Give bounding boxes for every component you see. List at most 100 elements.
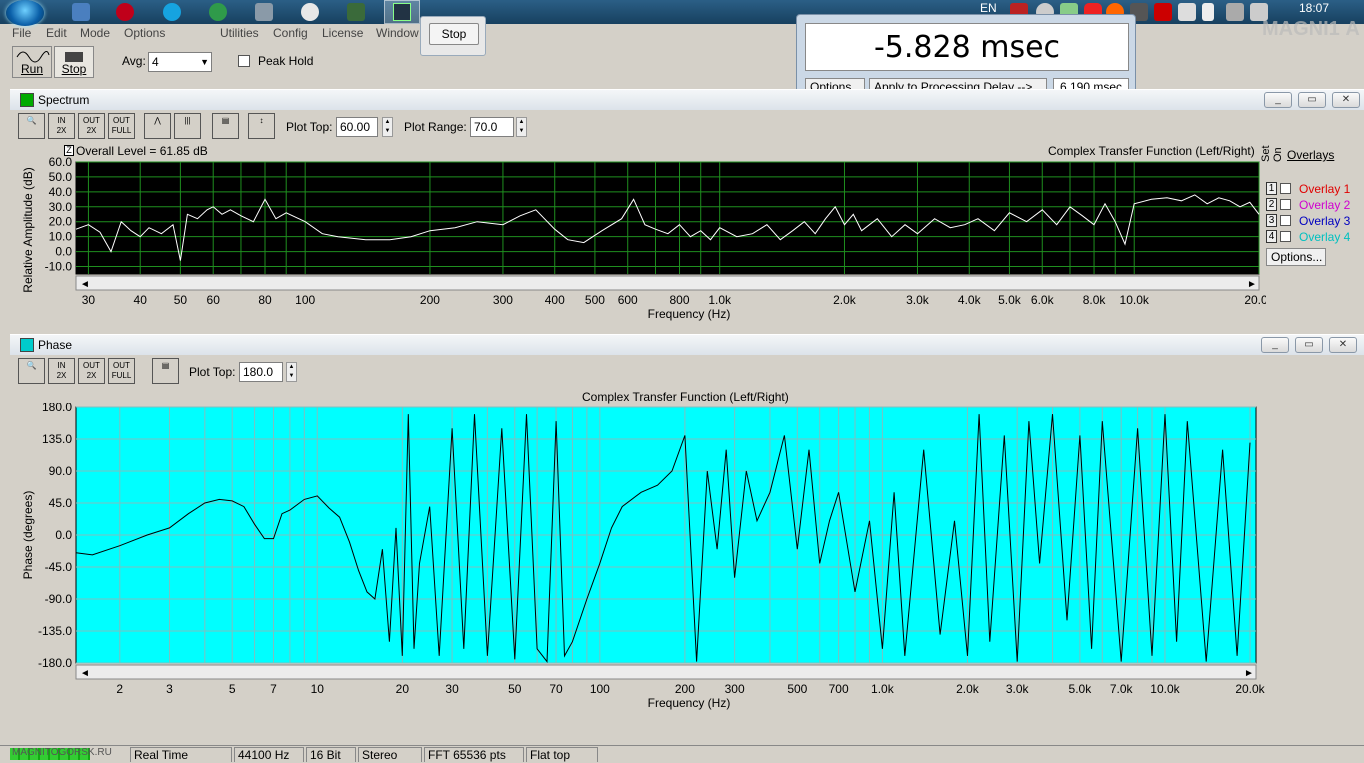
monitor-icon[interactable] (347, 3, 365, 21)
minimize-button[interactable]: _ (1264, 92, 1292, 108)
skype-icon[interactable] (163, 3, 181, 21)
menu-window[interactable]: Window (376, 26, 419, 40)
peak-hold-checkbox[interactable] (238, 55, 250, 67)
ati-icon[interactable] (1154, 3, 1172, 21)
zoom-out-2x-button[interactable]: OUT 2X (78, 358, 105, 384)
clock[interactable]: 18:07 (1299, 1, 1329, 15)
zoom-in-2x-button[interactable]: IN 2X (48, 113, 75, 139)
x-tick-label: 300 (725, 682, 745, 696)
y-tick-label: -45.0 (45, 560, 73, 574)
save-icon[interactable] (72, 3, 90, 21)
status-rate: 44100 Hz (234, 747, 304, 762)
plot-top-stepper[interactable]: ▲ ▼ (382, 117, 393, 137)
opera-icon[interactable] (116, 3, 134, 21)
zoom-out-full-button[interactable]: OUT FULL (108, 358, 135, 384)
zoom-icon[interactable]: 🔍 (18, 113, 45, 139)
plot-range-stepper[interactable]: ▲ ▼ (516, 117, 527, 137)
overlay-set-button[interactable]: 1 (1266, 182, 1277, 195)
menu-edit[interactable]: Edit (46, 26, 67, 40)
scroll-left-icon: ◄ (80, 668, 90, 679)
overlay-checkbox[interactable] (1280, 215, 1291, 226)
popup-stop-button[interactable]: Stop (429, 23, 479, 45)
plot-area (75, 161, 1260, 275)
minimize-button[interactable]: _ (1261, 337, 1289, 353)
settings-button[interactable]: ▤ (152, 358, 179, 384)
device-icon[interactable] (255, 3, 273, 21)
x-tick-label: 700 (829, 682, 849, 696)
plot-top-input[interactable]: 60.00 (336, 117, 378, 137)
bar-mode-button[interactable]: ||| (174, 113, 201, 139)
overlay-set-button[interactable]: 4 (1266, 230, 1277, 243)
phase-chart[interactable]: 180.0 135.0 90.0 45.0 0.0 -45.0 -90.0 -135.0 -18… (10, 403, 1266, 711)
y-tick-label: 60.0 (49, 156, 73, 169)
x-tick-label: 1.0k (708, 293, 732, 307)
overlay-checkbox[interactable] (1280, 199, 1291, 210)
x-tick-label: 3.0k (1006, 682, 1030, 696)
x-tick-label: 20.0k (1244, 293, 1266, 307)
close-button[interactable]: ✕ (1332, 92, 1360, 108)
x-axis-label: Frequency (Hz) (648, 307, 731, 321)
settings-button[interactable]: ▤ (212, 113, 239, 139)
scroll-right-icon: ► (1244, 668, 1254, 679)
status-bar: MAGNITOGORSK.RU Real Time 44100 Hz 16 Bi… (0, 745, 1364, 762)
z-button[interactable]: Z (64, 145, 74, 156)
maximize-button[interactable]: ▭ (1295, 337, 1323, 353)
zoom-out-2x-button[interactable]: OUT 2X (78, 113, 105, 139)
menu-license[interactable]: License (322, 26, 363, 40)
language-indicator[interactable]: EN (980, 1, 997, 15)
y-tick-label: 10.0 (49, 230, 73, 244)
scrollbar (75, 275, 1260, 291)
line-mode-button[interactable]: ⋀ (144, 113, 171, 139)
chevron-down-icon: ▼ (200, 57, 209, 67)
stop-icon (65, 52, 83, 62)
app-icon[interactable] (209, 3, 227, 21)
spectrum-titlebar: Spectrum _ ▭ ✕ (10, 90, 1364, 110)
x-tick-label: 80 (258, 293, 272, 307)
phase-title: Phase (38, 338, 73, 352)
start-button[interactable] (6, 0, 44, 26)
overlay-checkbox[interactable] (1280, 231, 1291, 242)
menu-config[interactable]: Config (273, 26, 308, 40)
plot-range-input[interactable]: 70.0 (470, 117, 514, 137)
alien-icon[interactable] (301, 3, 319, 21)
zoom-in-2x-button[interactable]: IN 2X (48, 358, 75, 384)
overlay-checkbox[interactable] (1280, 183, 1291, 194)
status-window: Flat top (526, 747, 598, 762)
x-tick-label: 2 (116, 682, 123, 696)
plot-top-stepper[interactable]: ▲ ▼ (286, 362, 297, 382)
plot-range-label: Plot Range: (404, 120, 467, 134)
menu-file[interactable]: File (12, 26, 31, 40)
zoom-out-full-button[interactable]: OUT FULL (108, 113, 135, 139)
scrollbar (75, 664, 1257, 680)
plot-top-input[interactable]: 180.0 (239, 362, 283, 382)
set-label: Set (1260, 145, 1272, 162)
range-button[interactable]: ↕ (248, 113, 275, 139)
y-tick-label: -90.0 (45, 592, 73, 606)
network-icon[interactable] (1226, 3, 1244, 21)
avg-select[interactable]: 4 ▼ (148, 52, 212, 72)
overlay-set-button[interactable]: 2 (1266, 198, 1277, 211)
maximize-button[interactable]: ▭ (1298, 92, 1326, 108)
zoom-icon[interactable]: 🔍 (18, 358, 45, 384)
x-tick-label: 70 (549, 682, 563, 696)
run-button[interactable]: Run (12, 46, 52, 78)
tray-icon[interactable] (1178, 3, 1196, 21)
overlay-options-button[interactable]: Options... (1266, 248, 1326, 266)
x-tick-label: 4.0k (958, 293, 982, 307)
spectrum-chart[interactable]: 60.050.040.030.020.010.00.0-10.0 30 40 50 60… (10, 156, 1266, 324)
phase-icon (20, 338, 34, 352)
y-tick-label: 90.0 (49, 464, 73, 478)
overlay-set-button[interactable]: 3 (1266, 214, 1277, 227)
x-tick-label: 50 (508, 682, 522, 696)
battery-icon[interactable] (1202, 3, 1214, 21)
y-tick-label: 0.0 (55, 528, 72, 542)
y-tick-label: 180.0 (42, 403, 72, 414)
active-task-button[interactable] (384, 0, 420, 24)
menu-view[interactable]: Options (124, 26, 165, 40)
close-button[interactable]: ✕ (1329, 337, 1357, 353)
menu-mode[interactable]: Mode (80, 26, 110, 40)
stop-button[interactable]: Stop (54, 46, 94, 78)
menu-utilities[interactable]: Utilities (220, 26, 259, 40)
x-tick-label: 5 (229, 682, 236, 696)
menu-bar: File Edit Mode Options Utilities Config … (0, 24, 430, 44)
